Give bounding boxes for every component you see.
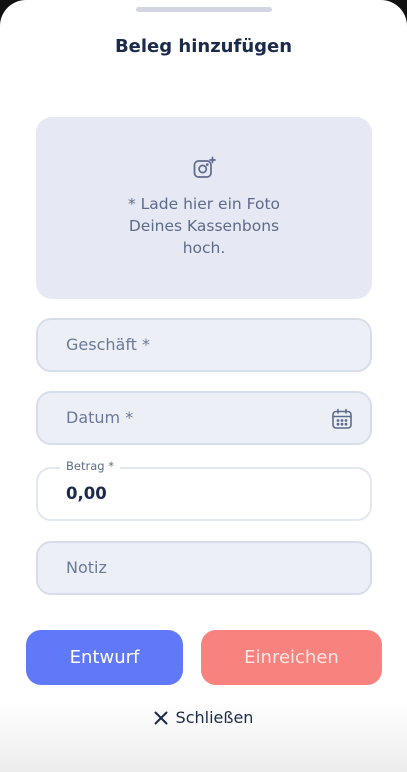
upload-instructions: * Lade hier ein Foto Deines Kassenbons h… (36, 193, 372, 259)
note-input[interactable]: Notiz (36, 541, 372, 595)
store-placeholder: Geschäft * (66, 335, 151, 354)
close-button[interactable]: Schließen (0, 708, 407, 727)
store-input[interactable]: Geschäft * (36, 318, 372, 372)
photo-upload-area[interactable]: * Lade hier ein Foto Deines Kassenbons h… (36, 117, 372, 299)
amount-input[interactable]: Betrag * 0,00 (36, 459, 372, 521)
amount-value: 0,00 (66, 484, 107, 503)
date-placeholder: Datum * (66, 408, 134, 427)
bottom-sheet: Beleg hinzufügen * Lade hier ein Foto De… (0, 0, 407, 772)
upload-text-line-3: hoch. (182, 239, 226, 257)
sheet-grab-handle[interactable] (136, 7, 272, 12)
draft-button[interactable]: Entwurf (26, 630, 183, 685)
submit-button[interactable]: Einreichen (201, 630, 382, 685)
upload-text-line-2: Deines Kassenbons (128, 217, 280, 235)
camera-plus-icon (193, 156, 216, 178)
calendar-icon[interactable] (331, 408, 353, 430)
date-input[interactable]: Datum * (36, 391, 372, 445)
close-icon (154, 711, 168, 725)
note-placeholder: Notiz (66, 558, 107, 577)
close-label: Schließen (175, 708, 254, 727)
sheet-title: Beleg hinzufügen (114, 36, 293, 57)
upload-text-line-1: * Lade hier ein Foto (127, 195, 281, 213)
